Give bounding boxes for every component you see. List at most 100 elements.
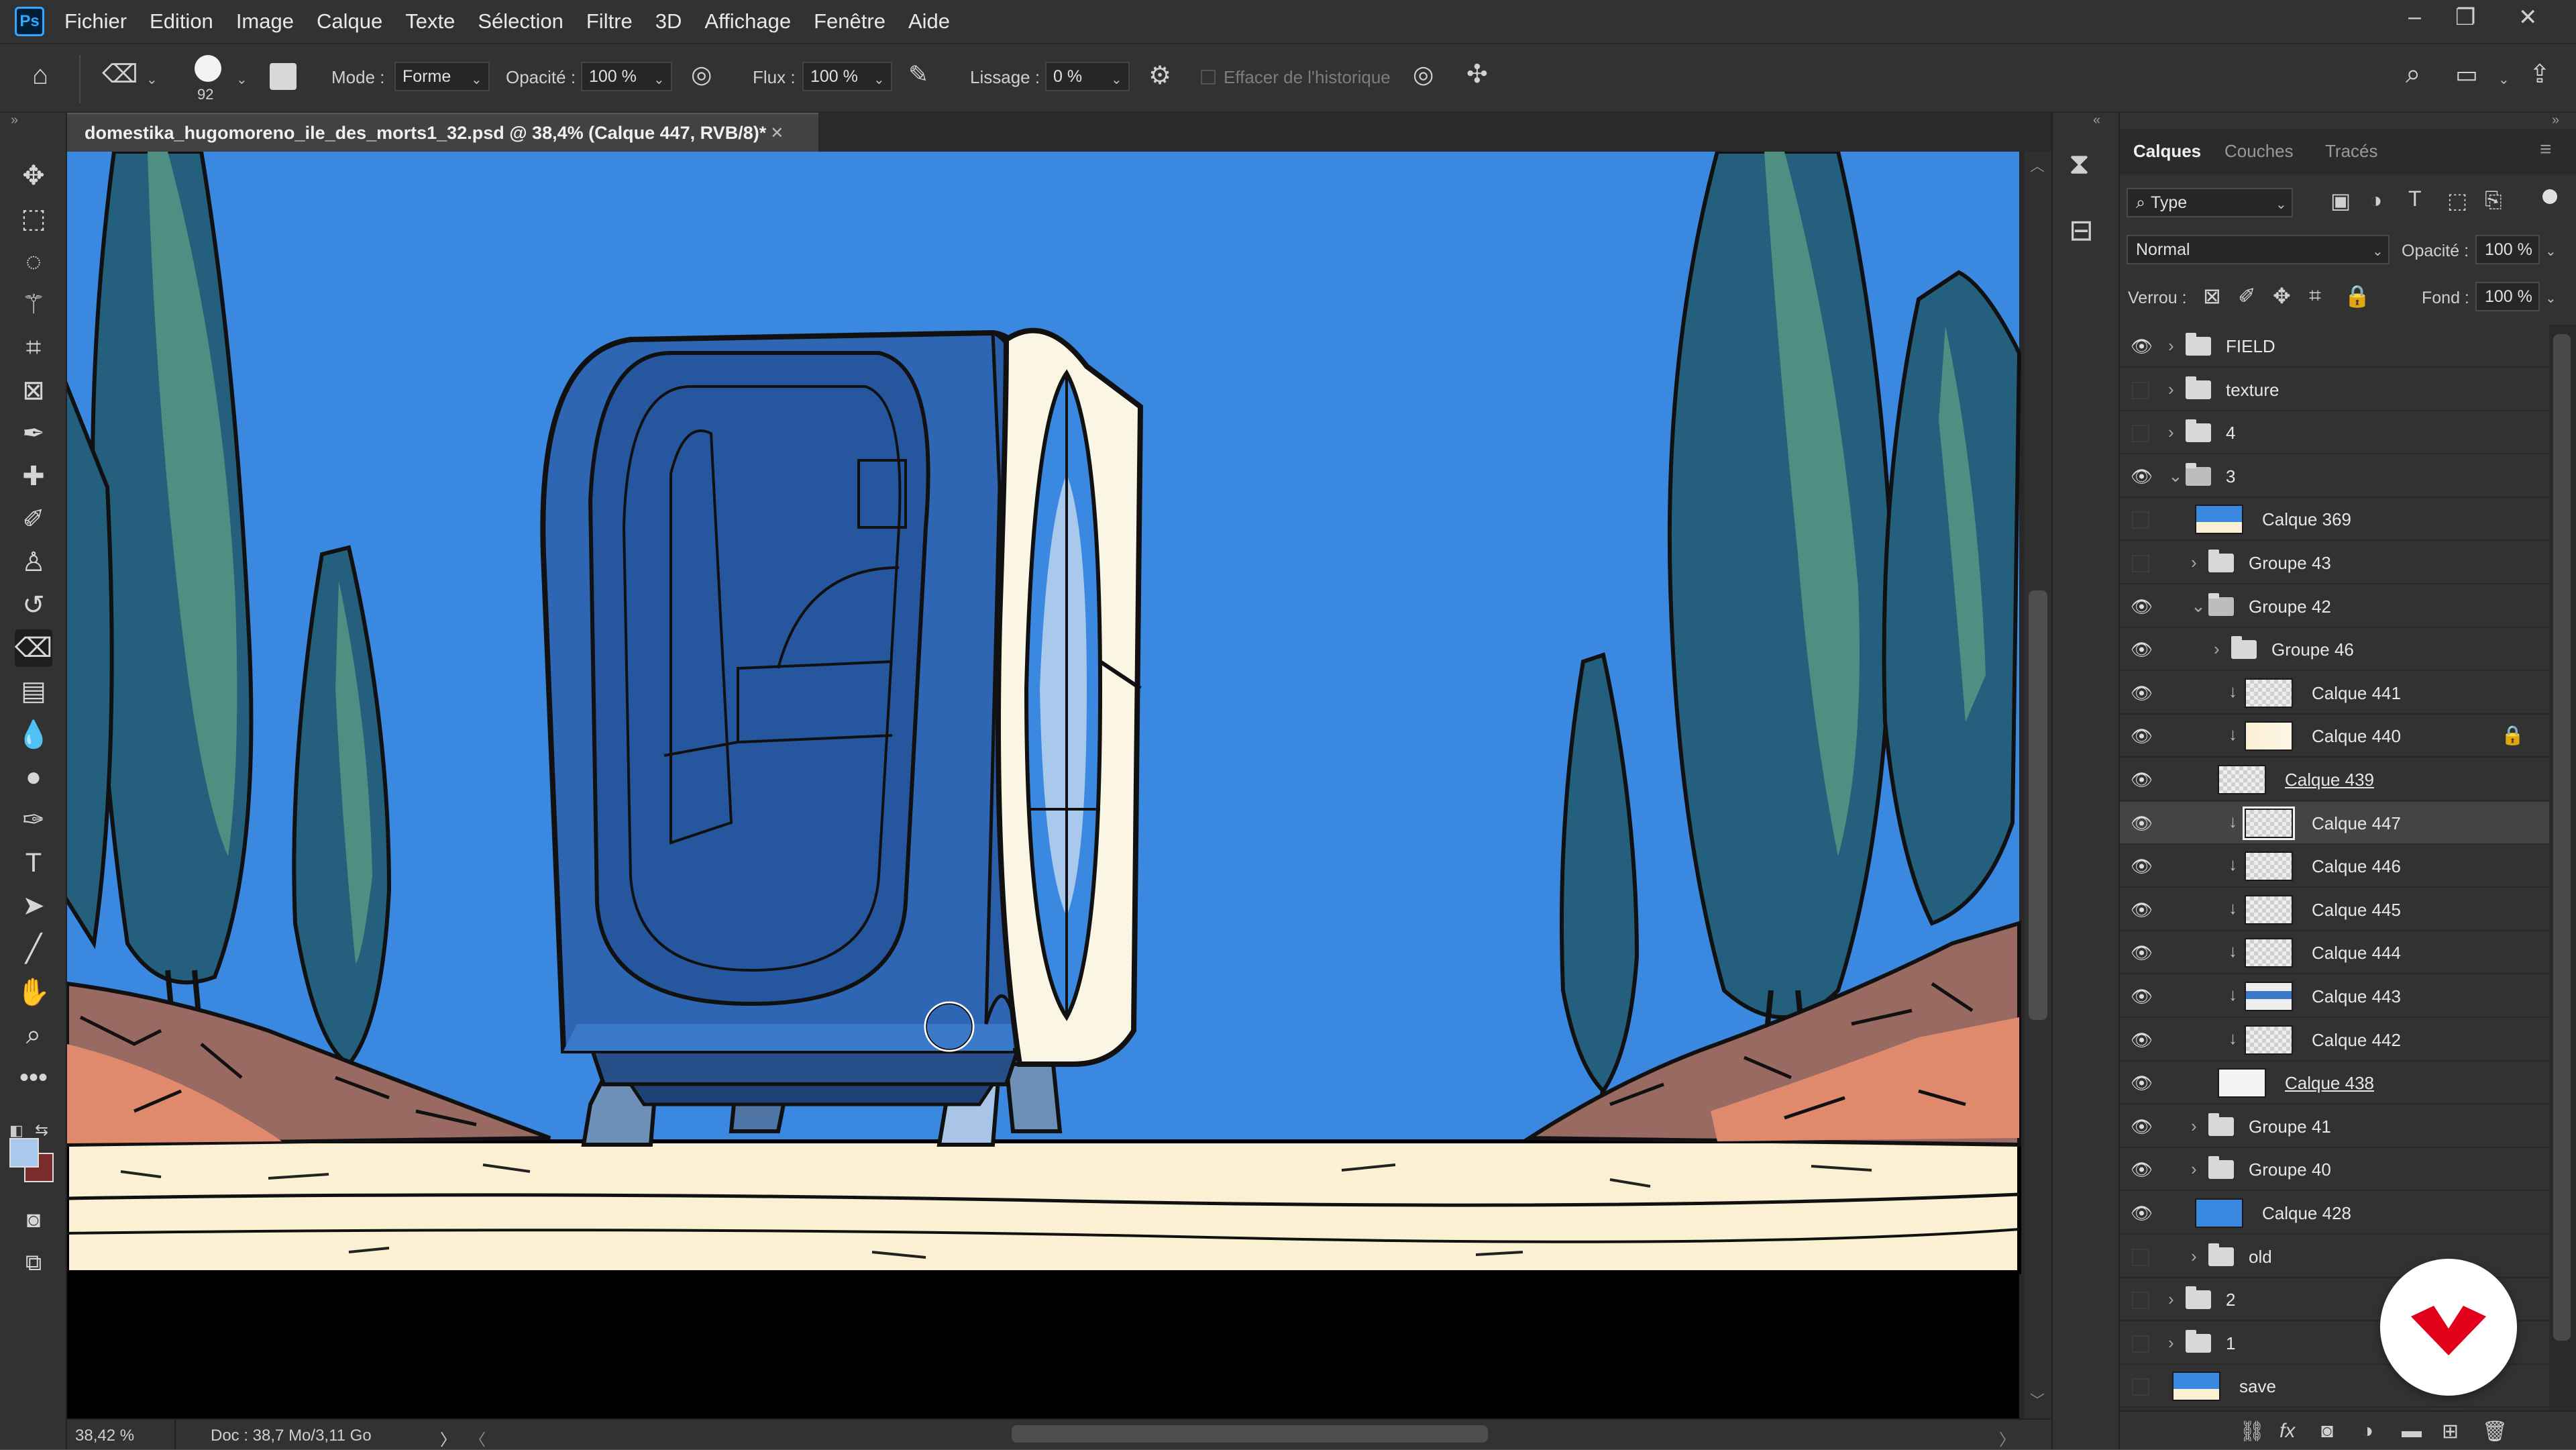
layer-name[interactable]: 4 — [2226, 423, 2235, 444]
pressure-size-icon[interactable]: ◎ — [1413, 60, 1434, 89]
chevron-right-icon[interactable]: 〉 — [440, 1427, 456, 1450]
chevron-down-icon[interactable]: ⌄ — [471, 71, 482, 88]
layer-name[interactable]: FIELD — [2226, 336, 2275, 357]
new-group-icon[interactable]: ▬ — [2402, 1420, 2422, 1443]
menu-edition[interactable]: Edition — [150, 9, 213, 34]
menu-fichier[interactable]: Fichier — [64, 9, 127, 34]
layer-name[interactable]: 3 — [2226, 466, 2235, 487]
visibility-eye-icon[interactable] — [2132, 1378, 2149, 1396]
layer-name[interactable]: Calque 369 — [2262, 509, 2351, 530]
stamp-tool-icon[interactable]: ♙ — [15, 543, 52, 581]
visibility-eye-icon[interactable]: 👁 — [2131, 684, 2153, 703]
screen-mode-icon[interactable]: ⧉ — [15, 1244, 52, 1282]
menu-texte[interactable]: Texte — [405, 9, 455, 34]
filter-type-icon[interactable]: T — [2408, 187, 2422, 211]
lock-all-icon[interactable]: 🔒 — [2344, 283, 2371, 309]
layer-row[interactable]: 👁 ↓ Calque 444 — [2120, 931, 2549, 975]
layer-group-row[interactable]: 👁 ⌄ Groupe 42 — [2120, 585, 2549, 628]
history-panel-icon[interactable]: ⧗ — [2069, 148, 2090, 181]
layer-group-row[interactable]: 👁 › Groupe 46 — [2120, 628, 2549, 672]
layer-name[interactable]: Calque 441 — [2312, 683, 2401, 704]
chevron-down-icon[interactable]: ⌄ — [2498, 71, 2510, 88]
layer-name[interactable]: Calque 444 — [2312, 943, 2401, 964]
layer-row[interactable]: 👁 Calque 438 — [2120, 1061, 2549, 1105]
menu-aide[interactable]: Aide — [908, 9, 950, 34]
layer-name[interactable]: Calque 445 — [2312, 900, 2401, 921]
visibility-eye-icon[interactable]: 👁 — [2131, 1204, 2153, 1223]
filter-pixel-icon[interactable]: ▣ — [2330, 188, 2351, 213]
canvas-vertical-scroll-thumb[interactable] — [2029, 590, 2047, 1020]
layer-name[interactable]: 2 — [2226, 1290, 2235, 1310]
visibility-eye-icon[interactable] — [2132, 1335, 2149, 1353]
close-tab-icon[interactable]: ✕ — [770, 123, 784, 143]
zoom-level[interactable]: 38,42 % — [75, 1427, 134, 1445]
default-colors-icon[interactable]: ◧ — [9, 1122, 23, 1139]
healing-brush-icon[interactable]: ✚ — [15, 458, 52, 495]
collapse-icon[interactable]: » — [2552, 113, 2559, 128]
chevron-down-icon[interactable]: ⌄ — [2191, 596, 2206, 617]
layer-thumbnail[interactable] — [2245, 851, 2293, 882]
visibility-eye-icon[interactable] — [2132, 381, 2149, 399]
collapse-icon[interactable]: » — [11, 113, 18, 128]
layer-thumbnail[interactable] — [2245, 1025, 2293, 1055]
visibility-eye-icon[interactable]: 👁 — [2131, 640, 2153, 659]
menu-fenetre[interactable]: Fenêtre — [814, 9, 885, 34]
artwork-canvas[interactable] — [67, 152, 2051, 1418]
layer-name[interactable]: Groupe 42 — [2249, 597, 2331, 617]
chevron-down-icon[interactable]: ⌄ — [653, 71, 665, 88]
adjustment-layer-icon[interactable]: ◑ — [2361, 1420, 2373, 1443]
layer-row[interactable]: 👁 Calque 439 — [2120, 758, 2549, 801]
layer-row[interactable]: 👁 ↓ Calque 447 — [2120, 801, 2549, 845]
layer-row[interactable]: 👁 ↓ Calque 440 🔒 — [2120, 715, 2549, 758]
chevron-right-icon[interactable]: › — [2168, 335, 2174, 356]
layer-name[interactable]: old — [2249, 1247, 2272, 1267]
visibility-eye-icon[interactable]: 👁 — [2131, 1117, 2153, 1136]
layer-row[interactable]: 👁 ↓ Calque 441 — [2120, 672, 2549, 715]
visibility-eye-icon[interactable]: 👁 — [2131, 814, 2153, 833]
chevron-down-icon[interactable]: ⌄ — [873, 71, 885, 88]
visibility-eye-icon[interactable] — [2132, 555, 2149, 572]
hand-tool-icon[interactable]: ✋ — [15, 973, 52, 1011]
layer-group-row[interactable]: › 4 — [2120, 411, 2549, 455]
menu-selection[interactable]: Sélection — [478, 9, 564, 34]
pressure-opacity-icon[interactable]: ◎ — [691, 60, 712, 89]
filter-adjustment-icon[interactable]: ◑ — [2369, 188, 2382, 213]
layer-name[interactable]: texture — [2226, 380, 2279, 401]
chevron-down-icon[interactable]: ⌄ — [2545, 243, 2557, 260]
layer-name[interactable]: Calque 442 — [2312, 1030, 2401, 1051]
tab-calques[interactable]: Calques — [2133, 141, 2201, 162]
layer-name[interactable]: Calque 439 — [2285, 770, 2374, 790]
chevron-down-icon[interactable]: ⌄ — [1111, 71, 1122, 88]
chevron-right-icon[interactable]: › — [2191, 1159, 2197, 1180]
visibility-eye-icon[interactable]: 👁 — [2131, 337, 2153, 356]
foreground-color-swatch[interactable] — [9, 1138, 39, 1168]
layers-scroll-thumb[interactable] — [2553, 334, 2571, 1341]
zoom-tool-icon[interactable]: ⌕ — [15, 1016, 52, 1053]
visibility-eye-icon[interactable]: 👁 — [2131, 597, 2153, 616]
more-tools-icon[interactable]: ••• — [15, 1059, 52, 1096]
document-tab[interactable]: domestika_hugomoreno_ile_des_morts1_32.p… — [67, 113, 818, 152]
layer-thumbnail[interactable] — [2245, 982, 2293, 1011]
filter-smart-object-icon[interactable]: ⎘ — [2485, 188, 2502, 213]
properties-panel-icon[interactable]: ⊟ — [2069, 213, 2094, 248]
layer-thumbnail[interactable] — [2172, 1371, 2220, 1402]
visibility-eye-icon[interactable]: 👁 — [2131, 900, 2153, 919]
chevron-down-icon[interactable]: ⌄ — [2275, 196, 2287, 213]
canvas-horizontal-scroll-thumb[interactable] — [1012, 1425, 1488, 1443]
gradient-tool-icon[interactable]: ▤ — [15, 672, 52, 710]
chevron-down-icon[interactable]: ⌄ — [2545, 290, 2557, 307]
layer-group-row[interactable]: 👁 › FIELD — [2120, 325, 2549, 368]
filter-toggle-icon[interactable] — [2542, 189, 2557, 204]
magic-wand-icon[interactable]: ⚚ — [15, 286, 52, 323]
scroll-right-icon[interactable]: 〉 — [1999, 1427, 2015, 1450]
layer-thumbnail[interactable] — [2195, 505, 2243, 535]
delete-layer-icon[interactable]: 🗑 — [2482, 1420, 2508, 1443]
move-tool-icon[interactable]: ✥ — [15, 157, 52, 195]
layer-effects-icon[interactable]: fx — [2279, 1420, 2295, 1443]
visibility-eye-icon[interactable]: 👁 — [2131, 727, 2153, 745]
collapse-icon[interactable]: « — [2093, 113, 2100, 128]
visibility-eye-icon[interactable]: 👁 — [2131, 943, 2153, 962]
layer-name[interactable]: Calque 446 — [2312, 856, 2401, 877]
visibility-eye-icon[interactable]: 👁 — [2131, 1074, 2153, 1092]
canvas-area[interactable] — [67, 152, 2051, 1418]
